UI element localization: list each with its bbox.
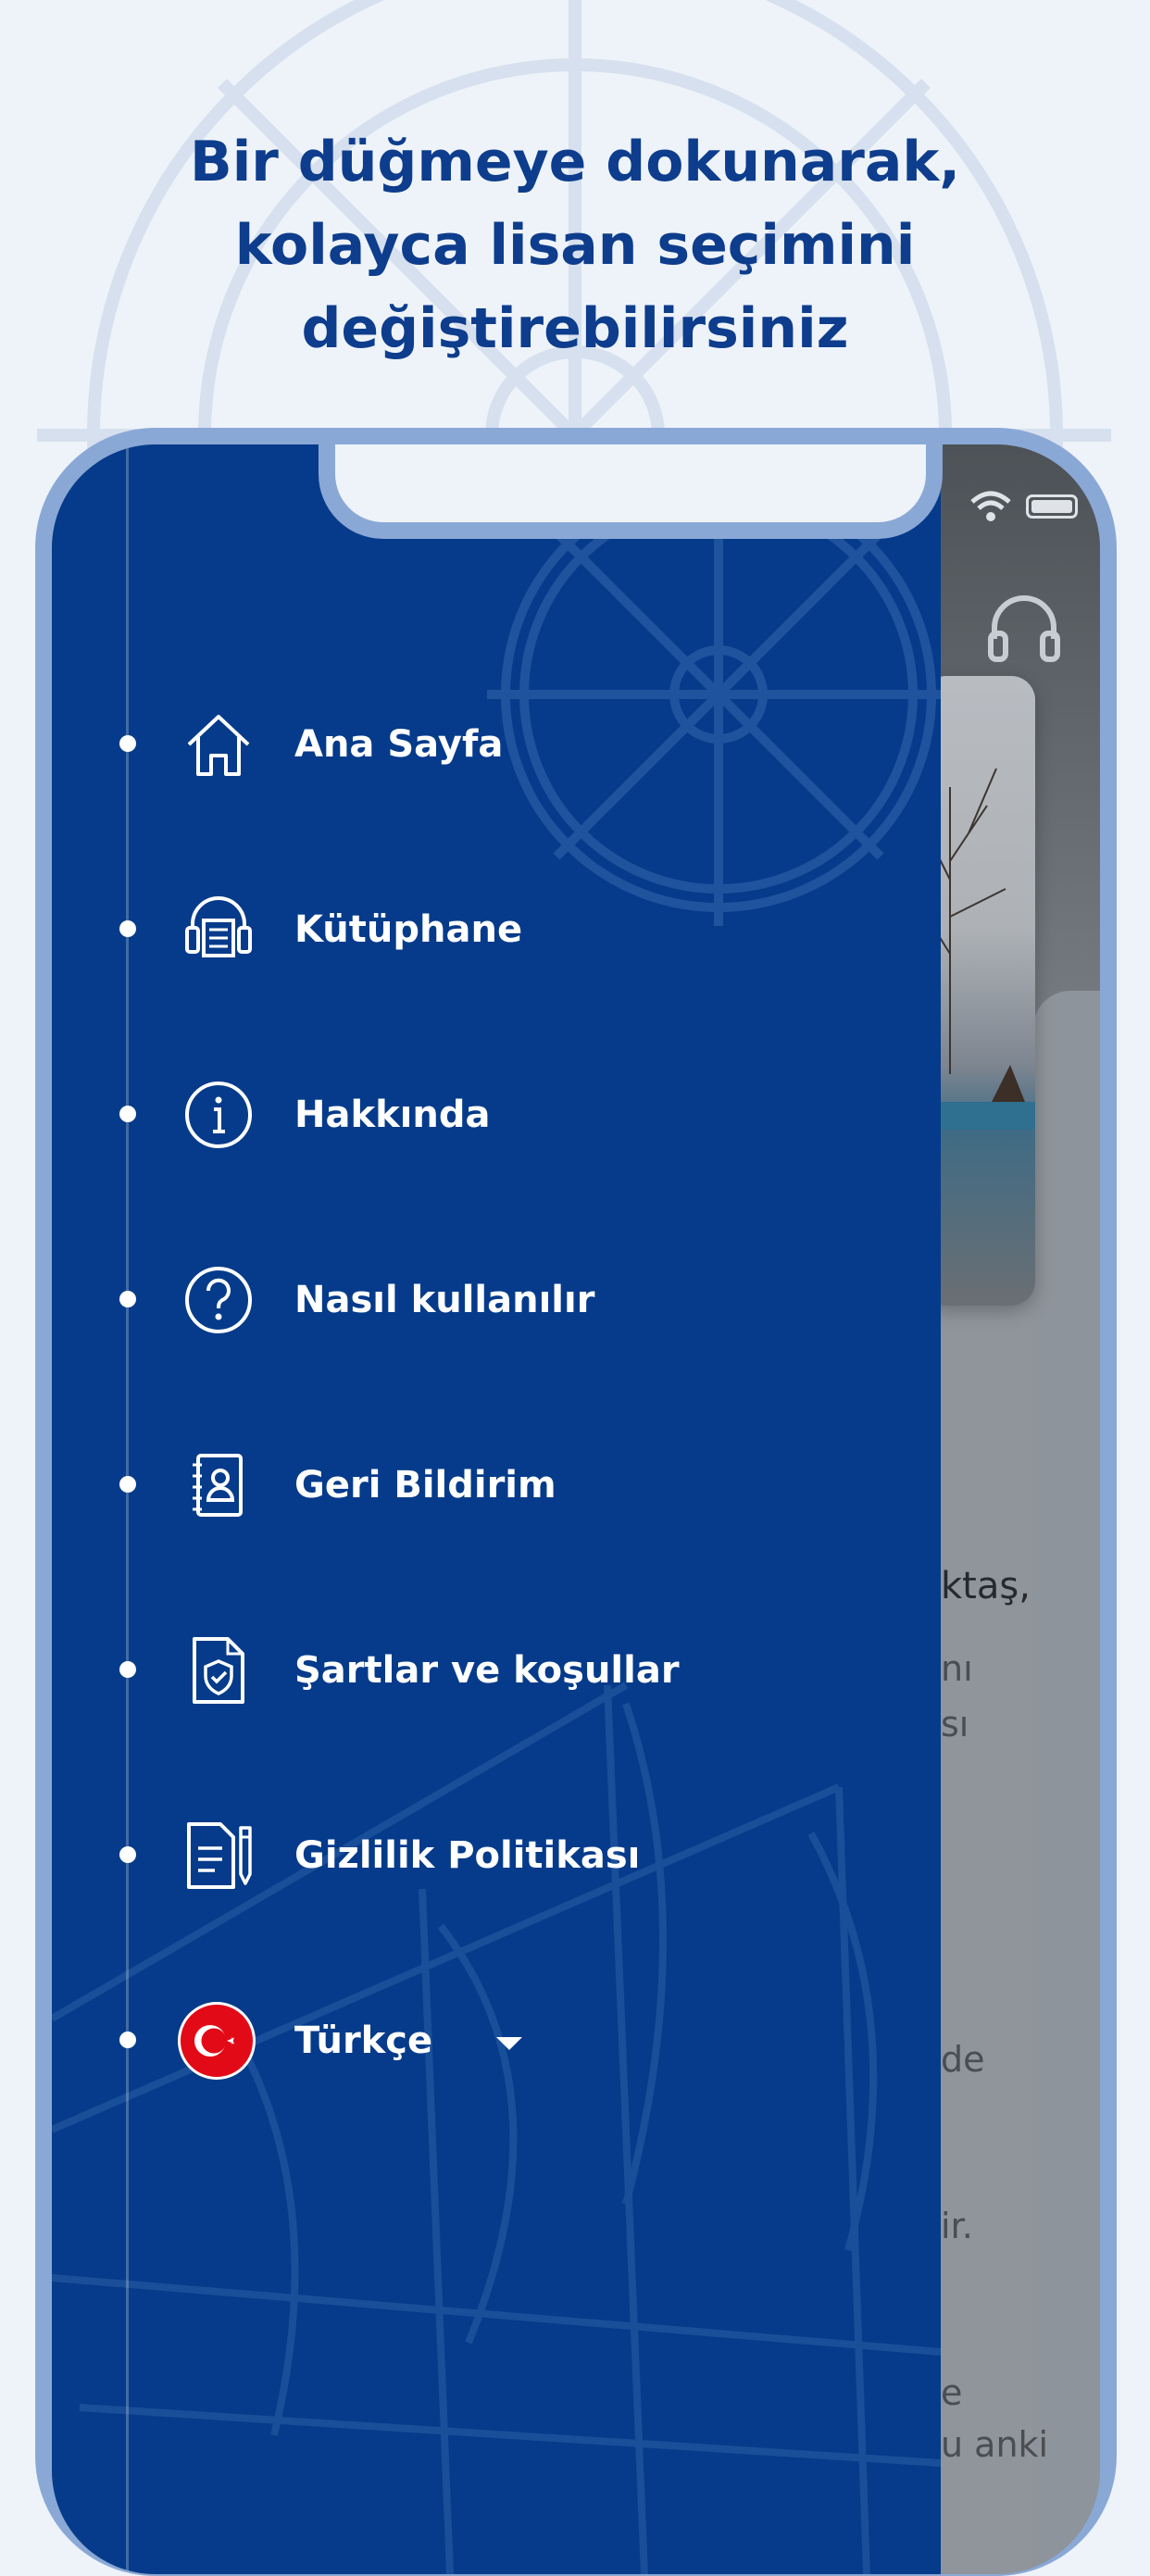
menu-item-home[interactable]: Ana Sayfa bbox=[52, 689, 941, 800]
document-pen-icon bbox=[187, 1822, 252, 1889]
headphone-icon[interactable] bbox=[987, 593, 1061, 663]
text-fragment-4: de bbox=[941, 2039, 985, 2080]
timeline-dot bbox=[119, 1661, 136, 1678]
menu-label: Geri Bildirim bbox=[294, 1464, 556, 1507]
chevron-down-icon bbox=[496, 2037, 522, 2050]
menu-label: Kütüphane bbox=[294, 908, 523, 951]
language-label: Türkçe bbox=[294, 2020, 433, 2062]
phone-notch bbox=[319, 444, 943, 539]
headline: Bir düğmeye dokunarak, kolayca lisan seç… bbox=[0, 120, 1150, 370]
headline-line-3: değiştirebilirsiniz bbox=[301, 296, 849, 361]
audio-library-icon bbox=[185, 896, 252, 957]
menu-item-feedback[interactable]: Geri Bildirim bbox=[52, 1430, 941, 1541]
timeline-dot bbox=[119, 1106, 136, 1122]
background-app-overlay[interactable]: ktaş, nı sı de ir. e u anki bbox=[922, 444, 1100, 2574]
menu-item-terms[interactable]: Şartlar ve koşullar bbox=[52, 1615, 941, 1726]
timeline-dot bbox=[119, 2032, 136, 2048]
timeline-dot bbox=[119, 735, 136, 752]
menu-item-how-to-use[interactable]: Nasıl kullanılır bbox=[52, 1244, 941, 1356]
text-fragment-5: ir. bbox=[941, 2206, 973, 2246]
timeline-dot bbox=[119, 1476, 136, 1493]
menu-item-library[interactable]: Kütüphane bbox=[52, 874, 941, 985]
headline-line-2: kolayca lisan seçimini bbox=[234, 213, 916, 278]
menu-label: Nasıl kullanılır bbox=[294, 1279, 595, 1321]
text-fragment-3: sı bbox=[941, 1704, 969, 1744]
shield-document-icon bbox=[193, 1637, 244, 1704]
battery-icon bbox=[1026, 494, 1078, 519]
turkey-flag-icon bbox=[178, 2002, 256, 2080]
text-fragment-2: nı bbox=[941, 1648, 973, 1689]
menu-label: Ana Sayfa bbox=[294, 723, 504, 766]
contact-book-icon bbox=[193, 1454, 243, 1517]
timeline-dot bbox=[119, 1291, 136, 1307]
menu-item-about[interactable]: Hakkında bbox=[52, 1059, 941, 1170]
text-fragment-6: e bbox=[941, 2372, 963, 2413]
menu-item-privacy[interactable]: Gizlilik Politikası bbox=[52, 1800, 941, 1911]
content-panel bbox=[1033, 991, 1100, 2574]
text-fragment-1: ktaş, bbox=[941, 1565, 1031, 1607]
text-fragment-7: u anki bbox=[941, 2424, 1049, 2465]
language-selector[interactable]: Türkçe bbox=[52, 1985, 941, 2096]
menu-label: Şartlar ve koşullar bbox=[294, 1649, 680, 1692]
headline-line-1: Bir düğmeye dokunarak, bbox=[189, 130, 961, 194]
phone-screen: ktaş, nı sı de ir. e u anki Ana Sayfa Kü… bbox=[52, 444, 1100, 2574]
timeline-dot bbox=[119, 1846, 136, 1863]
wifi-icon bbox=[970, 491, 1011, 521]
menu-label: Gizlilik Politikası bbox=[294, 1834, 641, 1877]
timeline-dot bbox=[119, 920, 136, 937]
menu-label: Hakkında bbox=[294, 1094, 491, 1136]
help-icon bbox=[185, 1267, 252, 1333]
home-icon bbox=[187, 715, 250, 776]
phone-frame: ktaş, nı sı de ir. e u anki Ana Sayfa Kü… bbox=[35, 428, 1117, 2576]
info-icon bbox=[185, 1082, 252, 1148]
navigation-drawer: Ana Sayfa Kütüphane Hakkında Nasıl kulla… bbox=[52, 444, 941, 2574]
